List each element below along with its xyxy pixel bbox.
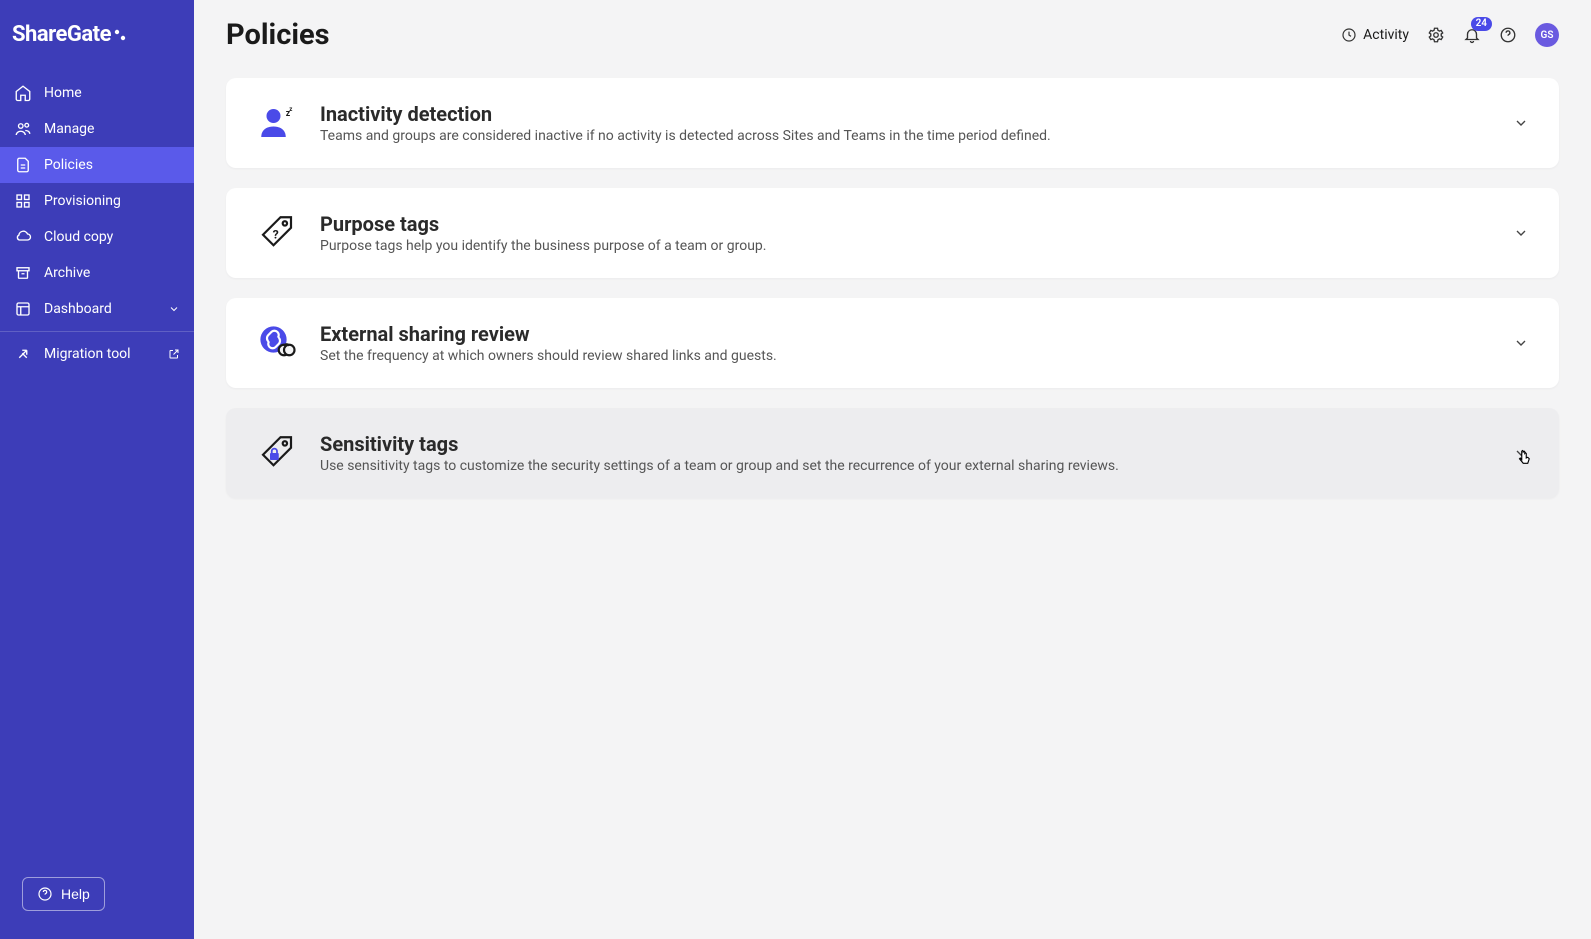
sidebar-item-label: Manage xyxy=(44,121,94,137)
policy-card-external-sharing[interactable]: External sharing review Set the frequenc… xyxy=(226,298,1559,388)
policy-list: z z Inactivity detection Teams and group… xyxy=(194,64,1591,512)
sidebar-item-dashboard[interactable]: Dashboard xyxy=(0,291,194,327)
brand-logo[interactable]: ShareGate xyxy=(0,0,194,69)
policy-desc: Set the frequency at which owners should… xyxy=(320,348,1491,364)
policy-card-inactivity[interactable]: z z Inactivity detection Teams and group… xyxy=(226,78,1559,168)
help-button[interactable]: Help xyxy=(22,877,105,911)
clock-icon xyxy=(1341,27,1357,43)
sidebar-item-label: Home xyxy=(44,85,82,101)
policy-card-purpose-tags[interactable]: ? Purpose tags Purpose tags help you ide… xyxy=(226,188,1559,278)
tag-lock-icon xyxy=(256,432,298,474)
chevron-down-icon xyxy=(1513,115,1529,131)
policy-desc: Teams and groups are considered inactive… xyxy=(320,128,1491,144)
avatar[interactable]: GS xyxy=(1535,23,1559,47)
topbar-actions: Activity 24 GS xyxy=(1341,23,1559,47)
topbar: Policies Activity 24 xyxy=(194,0,1591,64)
grid-icon xyxy=(14,192,32,210)
sidebar-item-provisioning[interactable]: Provisioning xyxy=(0,183,194,219)
migration-icon xyxy=(14,345,32,363)
sidebar-item-label: Dashboard xyxy=(44,301,112,317)
avatar-initials: GS xyxy=(1541,30,1554,41)
svg-text:?: ? xyxy=(273,227,279,241)
page-title: Policies xyxy=(226,18,330,52)
gear-icon xyxy=(1427,26,1445,44)
sidebar-item-migration-tool[interactable]: Migration tool xyxy=(0,336,194,372)
sidebar: ShareGate Home Manage Policies xyxy=(0,0,194,939)
svg-text:z: z xyxy=(289,106,292,113)
policy-desc: Purpose tags help you identify the busin… xyxy=(320,238,1491,254)
sidebar-item-label: Policies xyxy=(44,157,93,173)
brand-name: ShareGate xyxy=(12,22,111,47)
chevron-down-icon xyxy=(168,303,180,315)
help-topbar-button[interactable] xyxy=(1499,26,1517,44)
home-icon xyxy=(14,84,32,102)
sleeping-user-icon: z z xyxy=(256,102,298,144)
external-link-icon xyxy=(168,348,180,360)
policy-card-sensitivity-tags[interactable]: Sensitivity tags Use sensitivity tags to… xyxy=(226,408,1559,498)
policy-title: Inactivity detection xyxy=(320,102,1491,126)
document-icon xyxy=(14,156,32,174)
sidebar-item-home[interactable]: Home xyxy=(0,75,194,111)
main-content: Policies Activity 24 xyxy=(194,0,1591,939)
cloud-icon xyxy=(14,228,32,246)
activity-label: Activity xyxy=(1363,27,1409,43)
sidebar-item-label: Archive xyxy=(44,265,90,281)
help-icon xyxy=(37,886,53,902)
dashboard-icon xyxy=(14,300,32,318)
policy-title: Sensitivity tags xyxy=(320,432,1491,456)
chevron-down-icon xyxy=(1513,225,1529,241)
settings-button[interactable] xyxy=(1427,26,1445,44)
policy-title: External sharing review xyxy=(320,322,1491,346)
people-icon xyxy=(14,120,32,138)
sidebar-item-label: Provisioning xyxy=(44,193,121,209)
sidebar-item-label: Migration tool xyxy=(44,346,131,362)
sidebar-item-archive[interactable]: Archive xyxy=(0,255,194,291)
link-search-icon xyxy=(256,322,298,364)
help-circle-icon xyxy=(1499,26,1517,44)
help-label: Help xyxy=(61,886,90,902)
sidebar-nav: Home Manage Policies Provisioning Cloud … xyxy=(0,69,194,877)
sidebar-item-policies[interactable]: Policies xyxy=(0,147,194,183)
sidebar-item-cloud-copy[interactable]: Cloud copy xyxy=(0,219,194,255)
notification-badge: 24 xyxy=(1471,17,1492,31)
policy-desc: Use sensitivity tags to customize the se… xyxy=(320,458,1491,474)
sidebar-item-label: Cloud copy xyxy=(44,229,113,245)
chevron-down-icon xyxy=(1513,335,1529,351)
notifications-button[interactable]: 24 xyxy=(1463,26,1481,44)
activity-button[interactable]: Activity xyxy=(1341,27,1409,43)
sidebar-item-manage[interactable]: Manage xyxy=(0,111,194,147)
chevron-down-icon xyxy=(1513,445,1529,461)
archive-icon xyxy=(14,264,32,282)
tag-question-icon: ? xyxy=(256,212,298,254)
policy-title: Purpose tags xyxy=(320,212,1491,236)
